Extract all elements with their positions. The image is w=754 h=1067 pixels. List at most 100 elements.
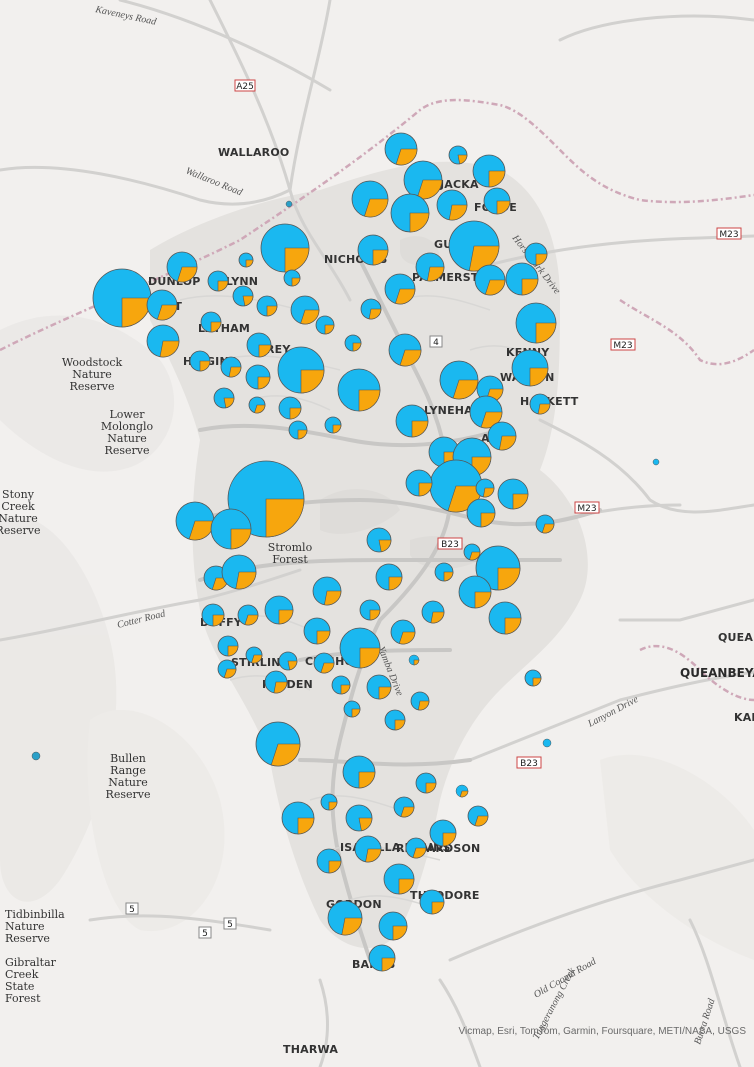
- pie-marker[interactable]: [467, 805, 489, 827]
- pie-marker[interactable]: [390, 193, 430, 233]
- pie-marker[interactable]: [366, 674, 392, 700]
- pie-marker[interactable]: [393, 796, 415, 818]
- pie-marker[interactable]: [472, 154, 506, 188]
- pie-marker[interactable]: [390, 619, 416, 645]
- pie-marker[interactable]: [415, 772, 437, 794]
- pie-marker[interactable]: [220, 356, 242, 378]
- pie-marker[interactable]: [285, 200, 293, 208]
- pie-marker[interactable]: [384, 273, 416, 305]
- pie-marker[interactable]: [327, 900, 363, 936]
- pie-marker[interactable]: [408, 654, 420, 666]
- pie-marker[interactable]: [483, 187, 511, 215]
- pie-marker[interactable]: [92, 268, 152, 328]
- pie-marker[interactable]: [448, 145, 468, 165]
- pie-marker[interactable]: [354, 835, 382, 863]
- pie-marker[interactable]: [248, 396, 266, 414]
- pie-marker[interactable]: [455, 784, 469, 798]
- pie-marker[interactable]: [166, 251, 198, 283]
- pie-marker[interactable]: [357, 234, 389, 266]
- pie-marker[interactable]: [429, 819, 457, 847]
- pie-marker[interactable]: [439, 360, 479, 400]
- pie-marker[interactable]: [515, 302, 557, 344]
- pie-marker[interactable]: [434, 562, 454, 582]
- pie-marker[interactable]: [436, 189, 468, 221]
- pie-marker[interactable]: [237, 604, 259, 626]
- pie-marker[interactable]: [488, 601, 522, 635]
- pie-marker[interactable]: [189, 350, 211, 372]
- map-canvas[interactable]: A25 M23 M23 M23 4 B23 B23 5 5 5 Kaveneys…: [0, 0, 754, 1067]
- pie-marker[interactable]: [383, 863, 415, 895]
- pie-marker[interactable]: [217, 659, 237, 679]
- pie-marker[interactable]: [207, 270, 229, 292]
- pie-marker[interactable]: [652, 458, 660, 466]
- pie-marker[interactable]: [277, 346, 325, 394]
- pie-marker[interactable]: [474, 264, 506, 296]
- pie-marker[interactable]: [497, 478, 529, 510]
- pie-marker[interactable]: [395, 404, 429, 438]
- pie-marker[interactable]: [366, 527, 392, 553]
- pie-marker[interactable]: [475, 478, 495, 498]
- pie-marker[interactable]: [316, 848, 342, 874]
- pie-marker[interactable]: [283, 269, 301, 287]
- pie-marker[interactable]: [213, 387, 235, 409]
- pie-marker[interactable]: [146, 289, 178, 321]
- pie-marker[interactable]: [221, 554, 257, 590]
- pie-marker[interactable]: [232, 285, 254, 307]
- pie-marker[interactable]: [359, 599, 381, 621]
- pie-marker[interactable]: [458, 575, 492, 609]
- pie-marker[interactable]: [415, 252, 445, 282]
- pie-marker[interactable]: [344, 334, 362, 352]
- pie-marker[interactable]: [511, 349, 549, 387]
- pie-marker[interactable]: [388, 333, 422, 367]
- pie-marker[interactable]: [255, 721, 301, 767]
- pie-marker[interactable]: [324, 416, 342, 434]
- pie-marker[interactable]: [260, 223, 310, 273]
- pie-marker[interactable]: [320, 793, 338, 811]
- pie-marker[interactable]: [339, 627, 381, 669]
- pie-marker[interactable]: [487, 421, 517, 451]
- pie-marker[interactable]: [463, 543, 481, 561]
- pie-marker[interactable]: [384, 132, 418, 166]
- pie-marker[interactable]: [535, 514, 555, 534]
- pie-marker[interactable]: [245, 364, 271, 390]
- pie-marker[interactable]: [313, 652, 335, 674]
- pie-marker[interactable]: [345, 804, 373, 832]
- pie-marker[interactable]: [505, 262, 539, 296]
- pie-marker[interactable]: [342, 755, 376, 789]
- pie-marker[interactable]: [384, 709, 406, 731]
- pie-marker[interactable]: [290, 295, 320, 325]
- pie-marker[interactable]: [542, 738, 552, 748]
- pie-marker[interactable]: [405, 837, 427, 859]
- pie-marker[interactable]: [315, 315, 335, 335]
- pie-marker[interactable]: [375, 563, 403, 591]
- pie-marker[interactable]: [201, 603, 225, 627]
- pie-marker[interactable]: [303, 617, 331, 645]
- pie-marker[interactable]: [175, 501, 215, 541]
- pie-marker[interactable]: [421, 600, 445, 624]
- pie-marker[interactable]: [524, 669, 542, 687]
- pie-marker[interactable]: [210, 508, 252, 550]
- pie-marker[interactable]: [419, 889, 445, 915]
- pie-marker[interactable]: [200, 311, 222, 333]
- pie-marker[interactable]: [403, 160, 443, 200]
- pie-marker[interactable]: [245, 646, 263, 664]
- pie-marker[interactable]: [288, 420, 308, 440]
- pie-marker[interactable]: [312, 576, 342, 606]
- pie-marker[interactable]: [360, 298, 382, 320]
- pie-marker[interactable]: [31, 751, 41, 761]
- pie-marker[interactable]: [529, 393, 551, 415]
- pie-marker[interactable]: [146, 324, 180, 358]
- pie-marker[interactable]: [448, 220, 500, 272]
- pie-marker[interactable]: [410, 691, 430, 711]
- pie-marker[interactable]: [405, 469, 433, 497]
- pie-marker[interactable]: [281, 801, 315, 835]
- pie-marker[interactable]: [466, 498, 496, 528]
- pie-marker[interactable]: [351, 180, 389, 218]
- pie-marker[interactable]: [524, 242, 548, 266]
- pie-marker[interactable]: [331, 675, 351, 695]
- pie-marker[interactable]: [343, 700, 361, 718]
- pie-marker[interactable]: [256, 295, 278, 317]
- pie-marker[interactable]: [264, 670, 288, 694]
- pie-marker[interactable]: [217, 635, 239, 657]
- pie-marker[interactable]: [246, 332, 272, 358]
